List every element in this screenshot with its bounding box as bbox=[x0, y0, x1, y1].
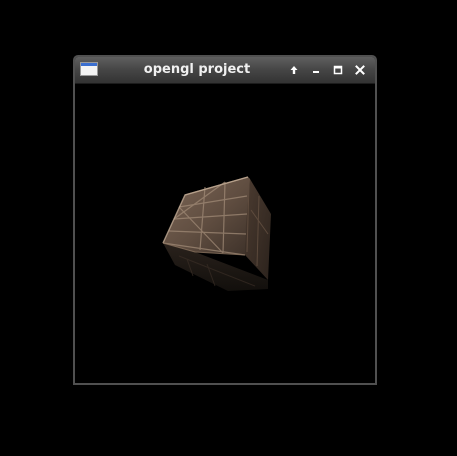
window-icon[interactable] bbox=[80, 62, 98, 76]
shade-button[interactable] bbox=[283, 60, 305, 80]
minimize-icon bbox=[313, 71, 319, 73]
window-controls bbox=[283, 60, 371, 80]
gl-viewport[interactable] bbox=[75, 84, 375, 383]
close-button[interactable] bbox=[349, 60, 371, 80]
desktop: opengl project bbox=[0, 0, 457, 456]
close-icon bbox=[355, 65, 365, 75]
arrow-up-icon bbox=[290, 66, 298, 74]
window-titlebar[interactable]: opengl project bbox=[75, 57, 375, 84]
app-window[interactable]: opengl project bbox=[73, 55, 377, 385]
textured-cube bbox=[162, 176, 271, 291]
maximize-icon bbox=[333, 65, 343, 75]
minimize-button[interactable] bbox=[305, 60, 327, 80]
maximize-button[interactable] bbox=[327, 60, 349, 80]
window-title: opengl project bbox=[143, 62, 251, 77]
